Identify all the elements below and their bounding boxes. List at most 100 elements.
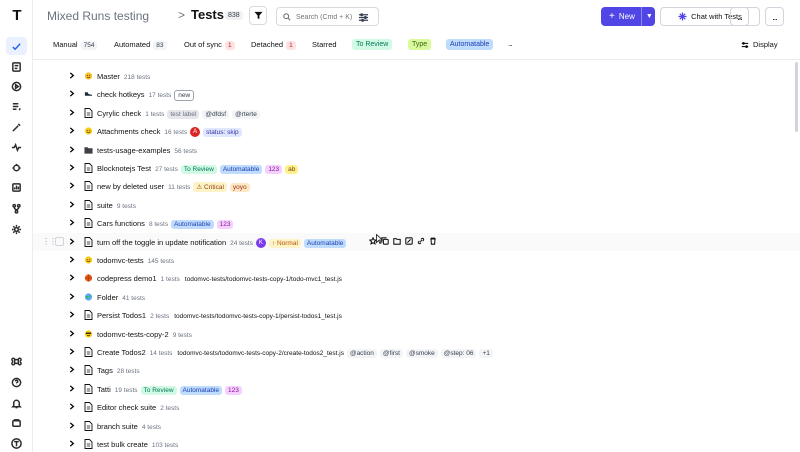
tab-manual[interactable]: Manual 754	[53, 40, 98, 50]
tree-row[interactable]: Tags 28 tests	[33, 361, 800, 379]
tree-row[interactable]: Blocknotejs Test 27 tests To Review Automat…	[33, 159, 800, 177]
row-checkbox[interactable]	[55, 236, 64, 246]
tree-row[interactable]: codepress demo1 1 tests todomvc-tests/todo…	[33, 269, 800, 287]
chevron-right-icon[interactable]	[69, 109, 76, 116]
chevron-right-icon[interactable]	[69, 72, 76, 79]
tree-row[interactable]: Attachments check 16 tests Astatus: skip	[33, 122, 800, 140]
tree-row[interactable]: tests-usage-examples 56 tests	[33, 141, 800, 159]
chevron-right-icon[interactable]	[69, 348, 76, 355]
tag-badge[interactable]: Automatable	[179, 385, 223, 395]
suite-name[interactable]: check hotkeys	[97, 90, 145, 99]
tree-row[interactable]: todomvc-tests 145 tests	[33, 251, 800, 269]
tag-badge[interactable]: @dfdsf	[202, 109, 230, 119]
tree-row[interactable]: check hotkeys 17 tests new	[33, 85, 800, 103]
tree-row[interactable]: Tatti 19 tests To Review Automatable 123	[33, 380, 800, 398]
suite-name[interactable]: new by deleted user	[97, 182, 164, 191]
tag-badge[interactable]: new	[174, 90, 195, 102]
tag-badge[interactable]: To Review	[180, 165, 217, 174]
tag-badge[interactable]: +1	[479, 349, 493, 358]
tag-badge[interactable]: 123	[265, 165, 283, 174]
suite-name[interactable]: Persist Todos1	[97, 311, 146, 320]
chevron-right-icon[interactable]	[69, 182, 76, 190]
tag-badge[interactable]: 123	[225, 385, 242, 395]
link-icon[interactable]	[417, 237, 425, 246]
suite-name[interactable]: Cars functions	[97, 219, 145, 228]
tag-badge[interactable]: @first	[379, 349, 403, 358]
tag-badge[interactable]: ↑ Normal	[268, 238, 301, 248]
tag-badge[interactable]: @action	[346, 349, 377, 358]
suite-name[interactable]: Tags	[97, 366, 113, 375]
tree-row[interactable]: ⋮⋮ turn off the toggle in update notifica…	[33, 232, 800, 251]
wand-nav-icon[interactable]	[6, 118, 27, 136]
chevron-right-icon[interactable]	[69, 403, 76, 410]
chevron-right-icon[interactable]	[69, 219, 76, 226]
edit-icon[interactable]	[405, 237, 413, 246]
tree-row[interactable]: test bulk create 103 tests	[33, 435, 800, 452]
tab-automated[interactable]: Automated 83	[114, 40, 167, 50]
suite-name[interactable]: Attachments check	[97, 127, 160, 136]
chevron-right-icon[interactable]	[69, 293, 76, 300]
chevron-down-icon[interactable]: ▼	[646, 13, 653, 20]
tag-badge[interactable]: Automatable	[171, 220, 214, 230]
tree-row[interactable]: todomvc-tests-copy-2 9 tests	[33, 325, 800, 343]
chevron-right-icon[interactable]	[69, 274, 76, 282]
new-button[interactable]: + New ▼	[601, 7, 655, 26]
chevron-right-icon[interactable]	[69, 145, 76, 153]
tree-row[interactable]: Folder 41 tests	[33, 288, 800, 306]
folders-icon[interactable]	[6, 414, 27, 432]
tag-badge[interactable]: To Review	[140, 385, 177, 395]
suite-name[interactable]: codepress demo1	[97, 274, 157, 283]
chevron-right-icon[interactable]	[69, 201, 76, 208]
tag-badge[interactable]: status: skip	[203, 128, 242, 138]
tree-row[interactable]: suite 9 tests	[33, 196, 800, 214]
suite-name[interactable]: tests-usage-examples	[97, 146, 170, 155]
tree-row[interactable]: Cyrylic check 1 tests test label @dfdsf @rte…	[33, 104, 800, 122]
chevron-right-icon[interactable]	[69, 366, 76, 374]
suite-name[interactable]: Folder	[97, 293, 118, 302]
chevron-right-icon[interactable]	[69, 237, 76, 245]
global-more-button[interactable]: ...	[765, 7, 784, 26]
gear-nav-icon[interactable]	[6, 220, 27, 238]
runs-nav-clipboard-icon[interactable]	[6, 57, 27, 75]
suite-name[interactable]: Blocknotejs Test	[97, 164, 151, 173]
suite-name[interactable]: Editor check suite	[97, 403, 156, 412]
chevron-right-icon[interactable]	[69, 256, 76, 263]
tag-badge[interactable]: ab	[285, 165, 299, 174]
tag-badge[interactable]: @step: 06	[440, 349, 477, 358]
tag-badge[interactable]: 123	[216, 220, 234, 230]
tree-row[interactable]: Persist Todos1 2 tests todomvc-tests/todom…	[33, 306, 800, 324]
tree-row[interactable]: Master 218 tests	[33, 67, 800, 85]
filter-button[interactable]	[249, 6, 267, 25]
tree-row[interactable]: new by deleted user 11 tests ⚠ Critical yoy…	[33, 177, 800, 195]
tag-badge[interactable]: ⚠ Critical	[193, 182, 227, 193]
play-nav-icon[interactable]	[6, 77, 27, 95]
suite-name[interactable]: todomvc-tests-copy-2	[97, 330, 169, 339]
filter-to-review[interactable]: To Review	[352, 39, 393, 50]
user-logo-icon[interactable]	[6, 434, 27, 452]
tab-out-of-sync[interactable]: Out of sync 1	[184, 40, 235, 50]
filter-automatable[interactable]: Automatable	[446, 39, 494, 50]
tag-badge[interactable]: Automatable	[303, 238, 347, 248]
suite-name[interactable]: Tatti	[97, 385, 111, 394]
tag-badge[interactable]: Automatable	[219, 165, 263, 174]
tag-badge[interactable]: test label	[167, 109, 200, 119]
suite-name[interactable]: todomvc-tests	[97, 256, 144, 265]
suite-name[interactable]: test bulk create	[97, 440, 148, 449]
tab-detached[interactable]: Detached 1	[251, 40, 296, 50]
tag-badge[interactable]: @rterte	[232, 109, 260, 119]
list-settings-button[interactable]	[358, 10, 370, 22]
trash-icon[interactable]	[429, 237, 437, 246]
suite-name[interactable]: Cyrylic check	[97, 109, 141, 118]
chevron-right-icon[interactable]	[69, 421, 76, 429]
branch-nav-icon[interactable]	[6, 199, 27, 217]
chevron-right-icon[interactable]	[69, 164, 76, 171]
chevron-right-icon[interactable]	[69, 329, 76, 337]
move-folder-icon[interactable]	[393, 237, 401, 246]
scrollbar[interactable]	[795, 62, 798, 132]
tree-row[interactable]: Cars functions 8 tests Automatable 123	[33, 214, 800, 232]
tag-badge[interactable]: @smoke	[406, 349, 438, 358]
suite-name[interactable]: turn off the toggle in update notificati…	[97, 238, 226, 247]
suite-name[interactable]: suite	[97, 201, 113, 210]
tree-row[interactable]: branch suite 4 tests	[33, 417, 800, 435]
breadcrumb-project[interactable]: Mixed Runs testing	[47, 9, 149, 23]
